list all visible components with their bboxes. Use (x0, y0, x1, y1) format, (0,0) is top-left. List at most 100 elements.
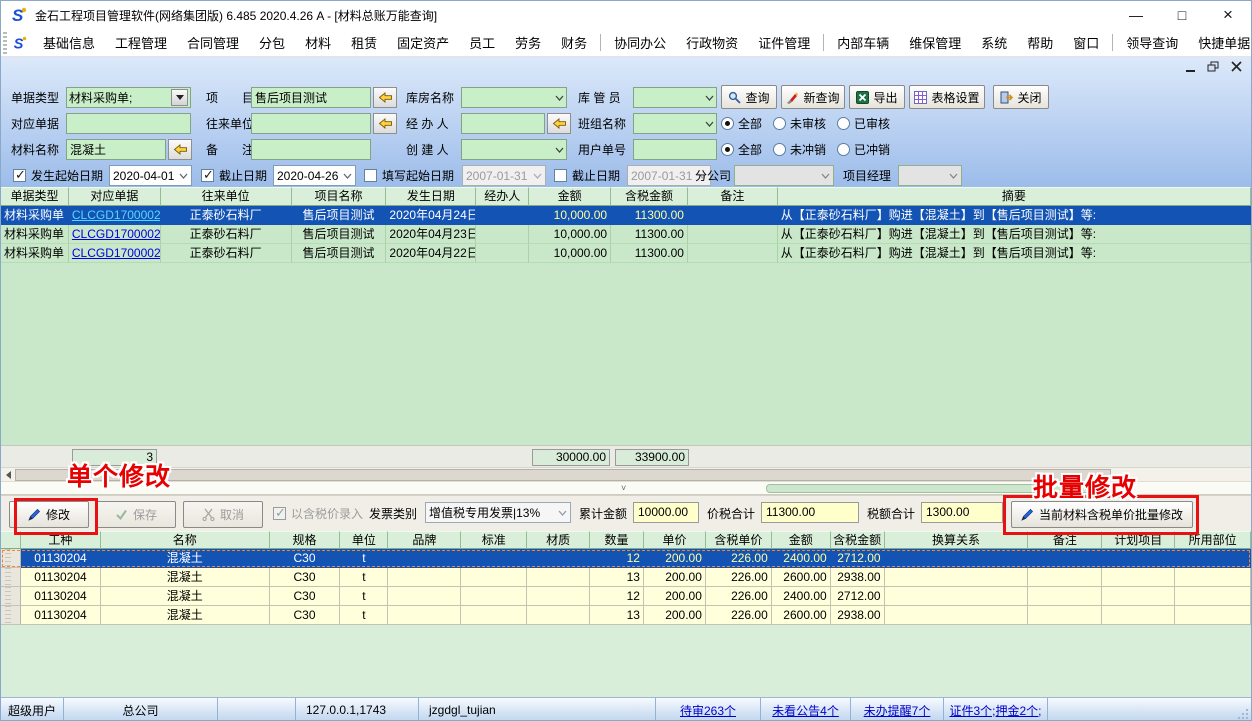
menu-item-5[interactable]: 租赁 (341, 29, 387, 56)
creator-select[interactable] (461, 139, 567, 160)
scrollbar-thumb[interactable] (15, 469, 1111, 481)
doc-type-select[interactable]: 材料采购单; (66, 87, 191, 108)
menu-item-13[interactable]: 内部车辆 (827, 29, 899, 56)
note-input[interactable] (251, 139, 371, 160)
column-header-vendor[interactable]: 往来单位 (161, 187, 292, 206)
agent-picker-button[interactable] (547, 113, 571, 134)
end-date-select[interactable]: 2020-04-26 (273, 165, 356, 186)
fill-start-date-checkbox[interactable] (364, 165, 377, 186)
chevron-down-icon[interactable] (171, 89, 188, 106)
close-icon[interactable]: × (1205, 1, 1251, 29)
splitter-collapse-icon[interactable]: ˅ (621, 483, 626, 494)
chevron-down-icon[interactable] (705, 121, 714, 127)
menu-item-8[interactable]: 劳务 (505, 29, 551, 56)
menu-item-1[interactable]: 工程管理 (105, 29, 177, 56)
column-header-amount[interactable]: 金额 (772, 531, 831, 549)
column-header-name[interactable]: 名称 (101, 531, 270, 549)
agent-input[interactable] (461, 113, 545, 134)
material-input[interactable]: 混凝土 (66, 139, 166, 160)
doc-ref-input[interactable] (66, 113, 191, 134)
invoice-type-select[interactable]: 增值税专用发票|13% (425, 502, 571, 523)
column-header-qty[interactable]: 数量 (590, 531, 644, 549)
vendor-input[interactable] (251, 113, 371, 134)
radio-audit-audited[interactable]: 已审核 (837, 115, 890, 132)
menu-item-2[interactable]: 合同管理 (177, 29, 249, 56)
menu-item-18[interactable]: 领导查询 (1116, 29, 1188, 56)
vendor-picker-button[interactable] (373, 113, 397, 134)
detail-table-row[interactable]: 01130204混凝土C30t13200.00226.002600.002938… (1, 568, 1251, 587)
scroll-left-icon[interactable] (1, 468, 15, 482)
grid-settings-button[interactable]: 表格设置 (909, 85, 985, 109)
menu-item-9[interactable]: 财务 (551, 29, 597, 56)
main-table-row[interactable]: 材料采购单CLCGD170000213正泰砂石料厂售后项目测试2020年04月2… (1, 206, 1251, 225)
column-header-summary[interactable]: 摘要 (778, 187, 1251, 206)
column-header-tax-price[interactable]: 含税单价 (706, 531, 772, 549)
export-button[interactable]: 导出 (849, 85, 905, 109)
menu-item-4[interactable]: 材料 (295, 29, 341, 56)
chevron-down-icon[interactable] (558, 510, 567, 516)
column-header-tax-amount[interactable]: 含税金额 (611, 187, 688, 206)
new-query-button[interactable]: 新查询 (781, 85, 845, 109)
column-header-agent[interactable]: 经办人 (476, 187, 529, 206)
menu-item-3[interactable]: 分包 (249, 29, 295, 56)
column-header-price[interactable]: 单价 (644, 531, 706, 549)
project-picker-button[interactable] (373, 87, 397, 108)
detail-table-row[interactable]: 01130204混凝土C30t13200.00226.002600.002938… (1, 606, 1251, 625)
start-date-select[interactable]: 2020-04-01 (109, 165, 192, 186)
user-no-input[interactable] (633, 139, 717, 160)
mdi-restore-icon[interactable] (1205, 59, 1222, 74)
column-header-project[interactable]: 项目名称 (292, 187, 387, 206)
maximize-icon[interactable]: □ (1159, 1, 1205, 29)
keeper-select[interactable] (633, 87, 717, 108)
column-header-tax-amount[interactable]: 含税金额 (831, 531, 885, 549)
column-header-brand[interactable]: 品牌 (388, 531, 461, 549)
chevron-down-icon[interactable] (179, 173, 188, 179)
menu-item-19[interactable]: 快捷单据 (1188, 29, 1252, 56)
detail-table-row[interactable]: 01130204混凝土C30t12200.00226.002400.002712… (1, 587, 1251, 606)
menu-item-12[interactable]: 证件管理 (748, 29, 820, 56)
chevron-down-icon[interactable] (705, 95, 714, 101)
project-input[interactable]: 售后项目测试 (251, 87, 371, 108)
unread-notices-link[interactable]: 未看公告4个 (772, 702, 839, 719)
chevron-down-icon[interactable] (343, 173, 352, 179)
menu-item-16[interactable]: 帮助 (1017, 29, 1063, 56)
chevron-down-icon[interactable] (555, 95, 564, 101)
column-header-amount[interactable]: 金额 (529, 187, 611, 206)
minimize-icon[interactable]: — (1113, 1, 1159, 29)
menu-item-15[interactable]: 系统 (971, 29, 1017, 56)
radio-audit-all[interactable]: 全部 (721, 115, 762, 132)
menu-item-17[interactable]: 窗口 (1063, 29, 1109, 56)
mdi-minimize-icon[interactable] (1182, 59, 1199, 74)
menu-item-11[interactable]: 行政物资 (676, 29, 748, 56)
menu-item-6[interactable]: 固定资产 (387, 29, 459, 56)
detail-table-row[interactable]: 01130204混凝土C30t12200.00226.002400.002712… (1, 549, 1251, 568)
query-button[interactable]: 查询 (721, 85, 777, 109)
todo-reminders-link[interactable]: 未办提醒7个 (864, 702, 931, 719)
resize-grip-icon[interactable] (1237, 708, 1249, 720)
column-header-date[interactable]: 发生日期 (386, 187, 476, 206)
main-table-row[interactable]: 材料采购单CLCGD170000214正泰砂石料厂售后项目测试2020年04月2… (1, 225, 1251, 244)
column-header-doc-type[interactable]: 单据类型 (1, 187, 69, 206)
radio-writeoff-done[interactable]: 已冲销 (837, 141, 890, 158)
fill-end-date-checkbox[interactable] (554, 165, 567, 186)
column-header-unit[interactable]: 单位 (340, 531, 388, 549)
doc-number-link[interactable]: CLCGD170000215 (72, 246, 161, 260)
material-picker-button[interactable] (168, 139, 192, 160)
pending-audit-link[interactable]: 待审263个 (680, 702, 736, 719)
main-table-row[interactable]: 材料采购单CLCGD170000215正泰砂石料厂售后项目测试2020年04月2… (1, 244, 1251, 263)
radio-writeoff-all[interactable]: 全部 (721, 141, 762, 158)
column-header-doc-no[interactable]: 对应单据 (69, 187, 161, 206)
doc-number-link[interactable]: CLCGD170000213 (72, 208, 161, 222)
warehouse-select[interactable] (461, 87, 567, 108)
menu-item-7[interactable]: 员工 (459, 29, 505, 56)
chevron-down-icon[interactable] (555, 147, 564, 153)
mdi-close-icon[interactable] (1228, 59, 1245, 74)
column-header-note[interactable]: 备注 (688, 187, 778, 206)
column-header-spec[interactable]: 规格 (270, 531, 341, 549)
menu-item-14[interactable]: 维保管理 (899, 29, 971, 56)
close-form-button[interactable]: 关闭 (993, 85, 1049, 109)
column-header-material[interactable]: 材质 (527, 531, 590, 549)
certificates-link[interactable]: 证件3个;押金2个; (949, 702, 1041, 719)
team-select[interactable] (633, 113, 717, 134)
radio-audit-unaudited[interactable]: 未审核 (773, 115, 826, 132)
